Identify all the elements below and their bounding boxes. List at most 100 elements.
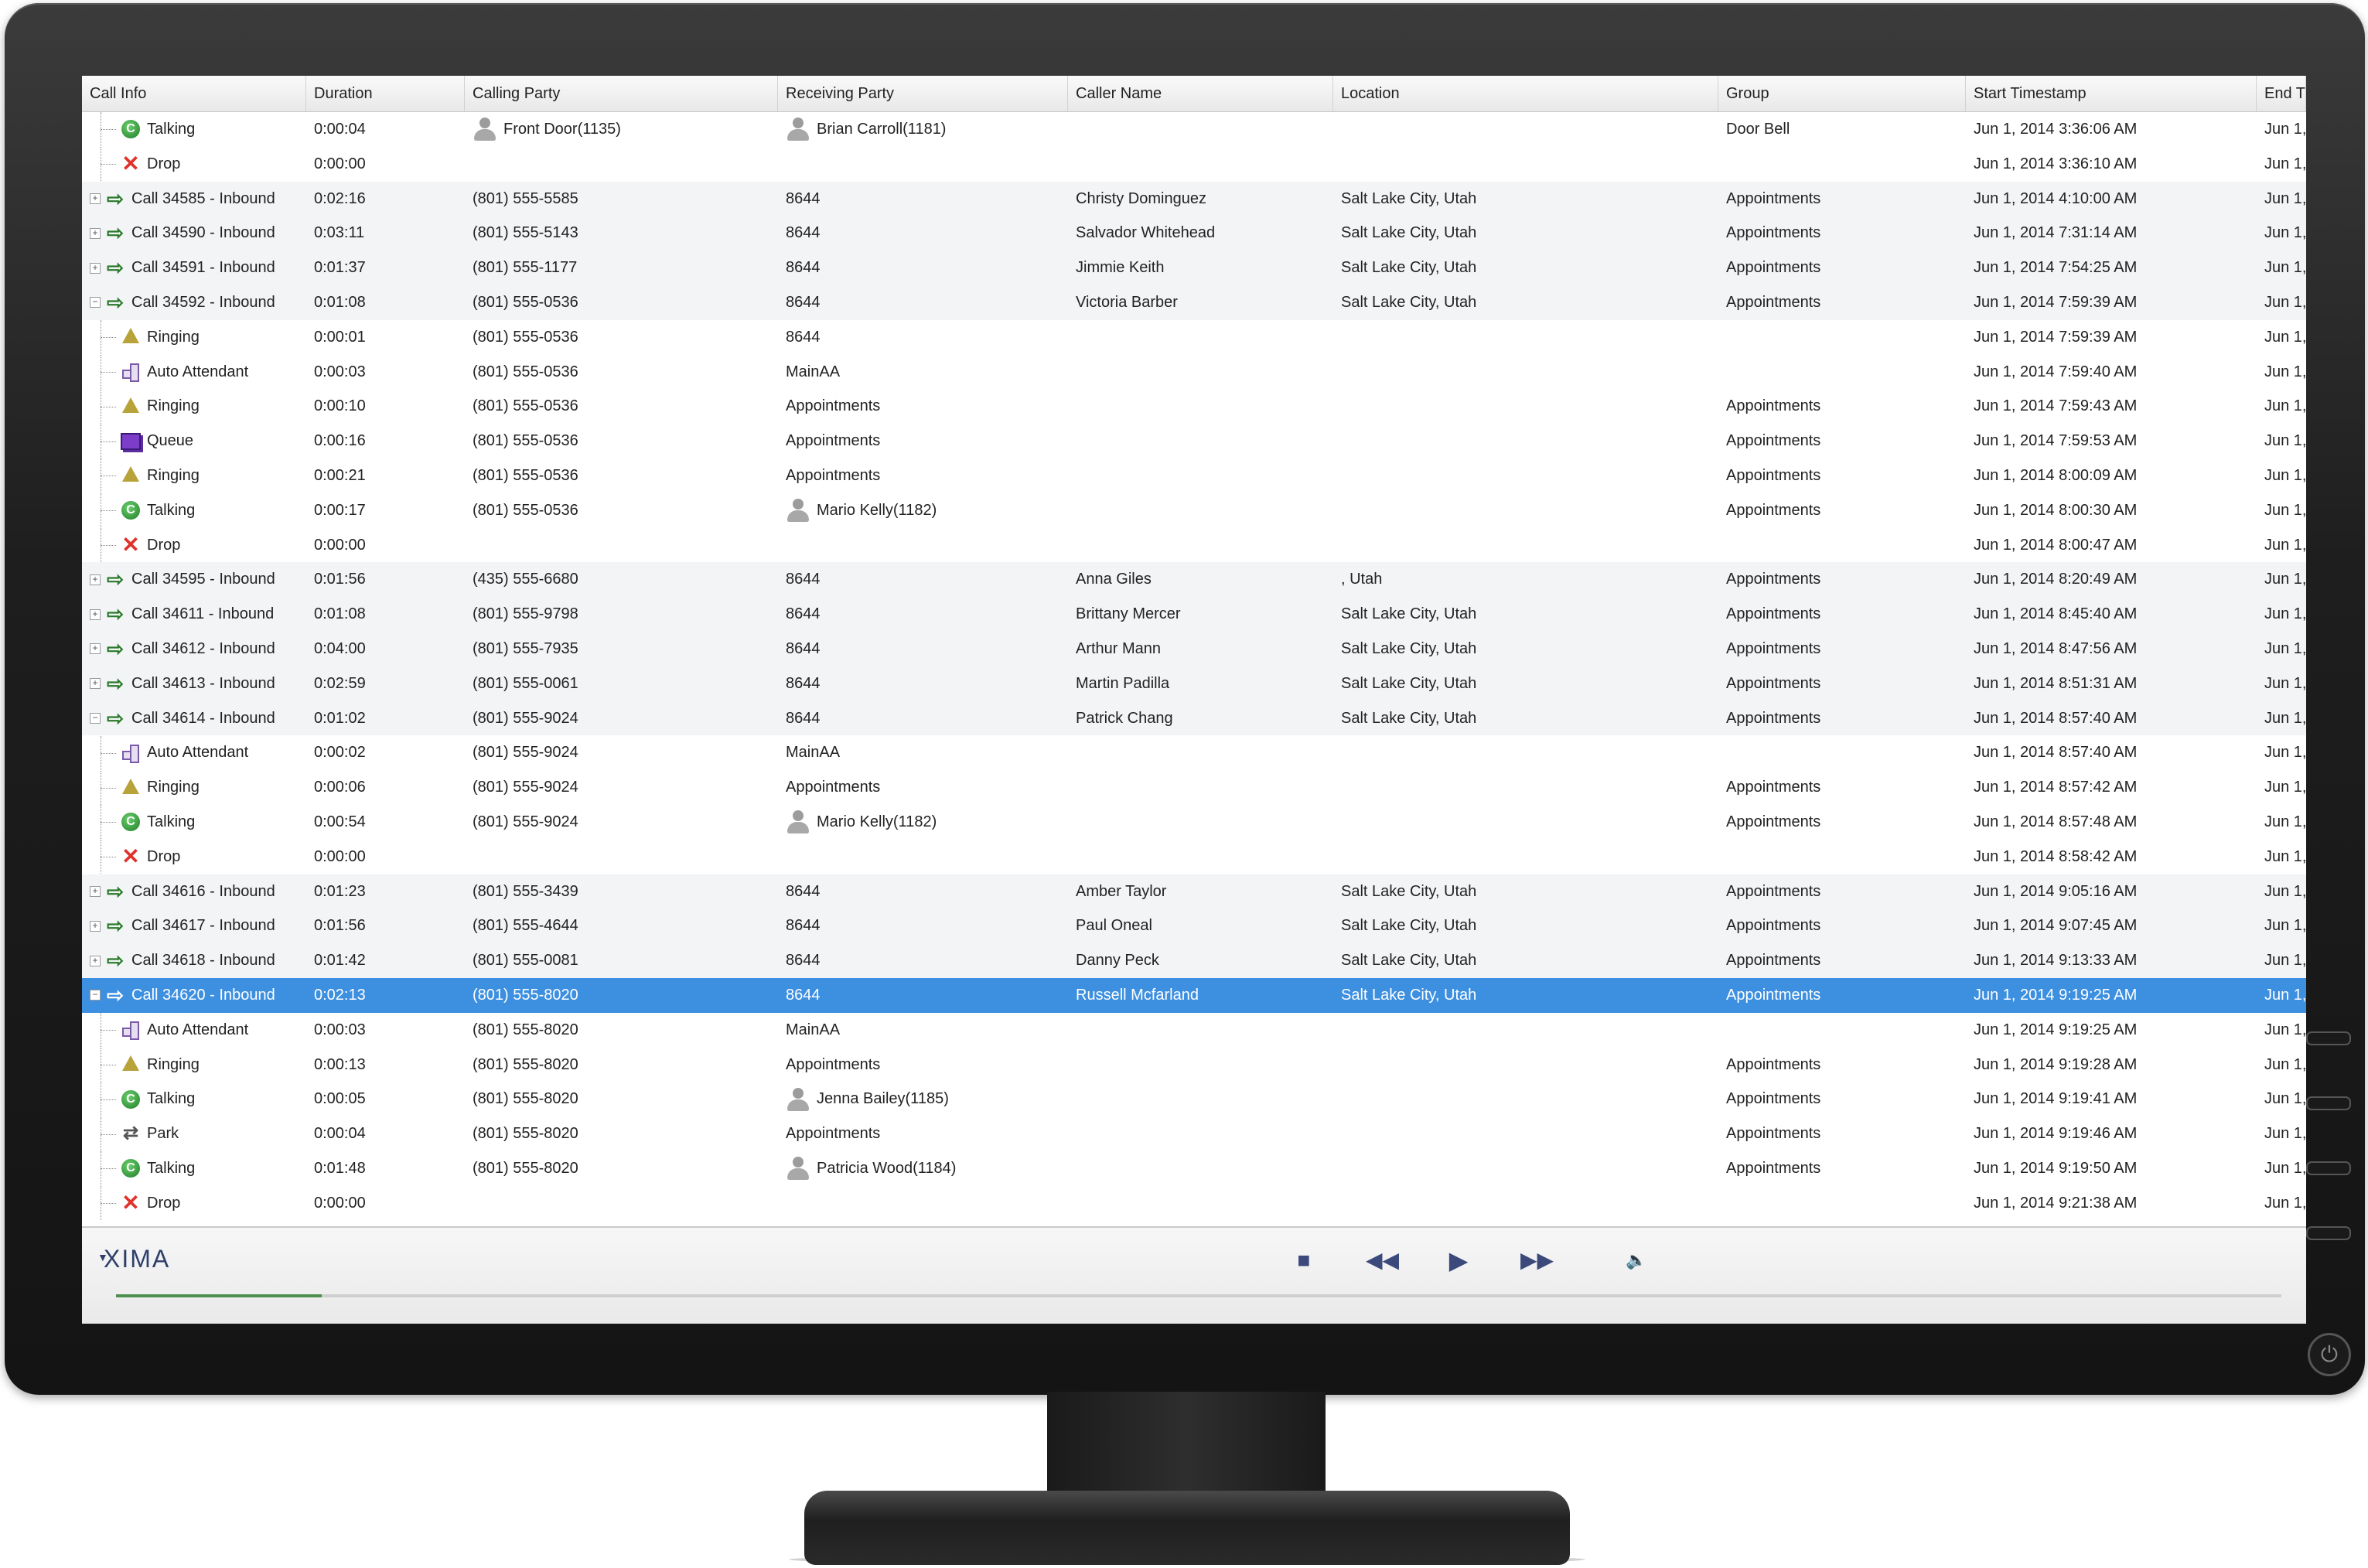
call-row[interactable]: + ⇨ Call 34618 - Inbound 0:01:42 (801) 555-0…: [82, 943, 2306, 978]
start-timestamp-cell: Jun 1, 2014 9:07:45 AM: [1966, 908, 2257, 943]
playback-progress[interactable]: [116, 1294, 2281, 1297]
call-row[interactable]: + ⇨ Call 34595 - Inbound 0:01:56 (435) 555-6…: [82, 562, 2306, 598]
rewind-icon[interactable]: ◀◀: [1366, 1245, 1399, 1276]
call-row[interactable]: + ⇨ Call 34611 - Inbound 0:01:08 (801) 555-9…: [82, 597, 2306, 632]
end-timestamp-text: Jun 1,: [2264, 571, 2306, 588]
location-cell: Salt Lake City, Utah: [1333, 182, 1718, 216]
call-event-row[interactable]: ✕ Drop 0:00:00 Jun 1, 2014 3:36:10 AM Jun 1,: [82, 146, 2306, 182]
call-event-row[interactable]: Queue 0:00:16 (801) 555-0536 Appointments Ap…: [82, 424, 2306, 458]
call-event-row[interactable]: Ringing 0:00:13 (801) 555-8020 Appointments…: [82, 1047, 2306, 1082]
collapse-icon[interactable]: −: [90, 297, 101, 308]
expand-icon[interactable]: +: [90, 955, 101, 966]
col-header-end-timestamp[interactable]: End T: [2257, 76, 2306, 111]
expand-icon[interactable]: +: [90, 227, 101, 239]
calling-party-text: (801) 555-5143: [473, 224, 578, 242]
stop-icon[interactable]: ■: [1288, 1245, 1319, 1276]
calling-party-text: (801) 555-9024: [473, 709, 578, 727]
bezel-button[interactable]: [2306, 1096, 2351, 1110]
collapse-icon[interactable]: −: [90, 990, 101, 1001]
col-header-receiving-party[interactable]: Receiving Party: [778, 76, 1068, 111]
caller-name-cell: [1068, 770, 1333, 805]
col-header-calling-party[interactable]: Calling Party: [465, 76, 778, 111]
call-row[interactable]: + ⇨ Call 34617 - Inbound 0:01:56 (801) 555-4…: [82, 908, 2306, 944]
caller-name-cell: [1068, 320, 1333, 355]
expand-icon[interactable]: +: [90, 262, 101, 274]
call-row[interactable]: − ⇨ Call 34592 - Inbound 0:01:08 (801) 555-0…: [82, 285, 2306, 320]
call-row[interactable]: + ⇨ Call 34585 - Inbound 0:02:16 (801) 555-5…: [82, 181, 2306, 216]
call-event-row[interactable]: C Talking 0:00:04 Front Door(1135) Brian Car…: [82, 112, 2306, 147]
receiving-party-cell: 8644: [778, 562, 1068, 597]
end-timestamp-cell: Jun 1,: [2257, 666, 2306, 701]
call-event-row[interactable]: ⇄ Park 0:00:04 (801) 555-8020 Appointments Ap…: [82, 1116, 2306, 1151]
col-header-call-info[interactable]: Call Info: [82, 76, 306, 111]
call-row[interactable]: + ⇨ Call 34612 - Inbound 0:04:00 (801) 555-7…: [82, 631, 2306, 666]
call-row[interactable]: + ⇨ Call 34616 - Inbound 0:01:23 (801) 555-3…: [82, 874, 2306, 909]
col-header-location[interactable]: Location: [1333, 76, 1718, 111]
call-info-label: Talking: [147, 501, 196, 519]
location-cell: [1333, 770, 1718, 805]
call-event-row[interactable]: ✕ Drop 0:00:00 Jun 1, 2014 9:21:38 AM Jun 1,: [82, 1185, 2306, 1221]
call-row[interactable]: + ⇨ Call 34613 - Inbound 0:02:59 (801) 555-0…: [82, 666, 2306, 701]
col-header-group[interactable]: Group: [1718, 76, 1966, 111]
receiving-party-text: Mario Kelly(1182): [817, 501, 937, 519]
call-event-row[interactable]: Auto Attendant 0:00:03 (801) 555-8020 MainA…: [82, 1012, 2306, 1048]
call-event-row[interactable]: C Talking 0:00:54 (801) 555-9024 Mario Kelly…: [82, 804, 2306, 840]
calling-party-cell: (801) 555-8020: [465, 1082, 778, 1116]
call-row[interactable]: − ⇨ Call 34620 - Inbound 0:02:13 (801) 555-8…: [82, 977, 2306, 1013]
fast-forward-icon[interactable]: ▶▶: [1520, 1245, 1554, 1276]
col-header-caller-name[interactable]: Caller Name: [1068, 76, 1333, 111]
play-icon[interactable]: ▶: [1443, 1245, 1474, 1276]
call-info-label: Call 34614 - Inbound: [131, 709, 275, 727]
call-event-row[interactable]: ✕ Drop 0:00:00 Jun 1, 2014 8:58:42 AM Jun 1,: [82, 839, 2306, 874]
expand-icon[interactable]: +: [90, 193, 101, 204]
expand-icon[interactable]: +: [90, 678, 101, 690]
call-info-label: Call 34590 - Inbound: [131, 224, 275, 242]
call-event-row[interactable]: Auto Attendant 0:00:03 (801) 555-0536 MainA…: [82, 354, 2306, 390]
bezel-button[interactable]: [2306, 1161, 2351, 1175]
call-event-row[interactable]: Ringing 0:00:21 (801) 555-0536 Appointments…: [82, 458, 2306, 493]
location-cell: [1333, 147, 1718, 182]
group-cell: Appointments: [1718, 597, 1966, 632]
bezel-button[interactable]: [2306, 1226, 2351, 1240]
power-icon[interactable]: ⏻: [2308, 1333, 2351, 1376]
receiving-party-cell: MainAA: [778, 355, 1068, 390]
call-event-row[interactable]: Ringing 0:00:01 (801) 555-0536 8644 Jun 1, 2…: [82, 319, 2306, 355]
col-header-duration[interactable]: Duration: [306, 76, 465, 111]
expand-icon[interactable]: +: [90, 608, 101, 620]
call-event-row[interactable]: ✕ Drop 0:00:00 Jun 1, 2014 8:00:47 AM Jun 1,: [82, 527, 2306, 563]
tree-connector: [90, 354, 121, 389]
call-row[interactable]: − ⇨ Call 34614 - Inbound 0:01:02 (801) 555-9…: [82, 700, 2306, 736]
receiving-party-text: MainAA: [786, 1021, 841, 1038]
expand-icon[interactable]: +: [90, 643, 101, 655]
col-header-start-timestamp[interactable]: Start Timestamp: [1966, 76, 2257, 111]
call-event-row[interactable]: Ringing 0:00:06 (801) 555-9024 Appointments…: [82, 770, 2306, 805]
call-event-row[interactable]: C Talking 0:01:48 (801) 555-8020 Patricia Wo…: [82, 1150, 2306, 1186]
volume-icon[interactable]: 🔈: [1621, 1245, 1652, 1276]
start-timestamp-cell: Jun 1, 2014 8:47:56 AM: [1966, 632, 2257, 666]
expand-icon[interactable]: +: [90, 574, 101, 585]
call-row[interactable]: + ⇨ Call 34590 - Inbound 0:03:11 (801) 555-5…: [82, 216, 2306, 251]
collapse-icon[interactable]: −: [90, 712, 101, 724]
bezel-button[interactable]: [2306, 1031, 2351, 1045]
monitor-base: [804, 1491, 1570, 1565]
call-event-row[interactable]: Auto Attendant 0:00:02 (801) 555-9024 MainA…: [82, 735, 2306, 771]
start-timestamp-text: Jun 1, 2014 8:47:56 AM: [1974, 639, 2138, 657]
group-text: Appointments: [1726, 674, 1821, 692]
group-cell: Appointments: [1718, 978, 1966, 1013]
calling-party-text: (801) 555-9024: [473, 744, 578, 762]
expand-icon[interactable]: +: [90, 885, 101, 897]
calling-party-cell: (801) 555-0536: [465, 320, 778, 355]
end-timestamp-text: Jun 1,: [2264, 363, 2306, 380]
call-row[interactable]: + ⇨ Call 34591 - Inbound 0:01:37 (801) 555-1…: [82, 251, 2306, 285]
location-text: Salt Lake City, Utah: [1341, 224, 1477, 242]
call-info-label: Call 34595 - Inbound: [131, 571, 275, 588]
expand-icon[interactable]: +: [90, 920, 101, 932]
end-timestamp-text: Jun 1,: [2264, 189, 2306, 207]
caller-name-text: Martin Padilla: [1076, 674, 1170, 692]
call-event-row[interactable]: C Talking 0:00:17 (801) 555-0536 Mario Kelly…: [82, 493, 2306, 528]
group-text: Door Bell: [1726, 121, 1790, 138]
start-timestamp-cell: Jun 1, 2014 8:51:31 AM: [1966, 666, 2257, 701]
call-event-row[interactable]: C Talking 0:00:05 (801) 555-8020 Jenna Baile…: [82, 1082, 2306, 1117]
tree-connector: [90, 493, 121, 528]
call-event-row[interactable]: Ringing 0:00:10 (801) 555-0536 Appointments…: [82, 389, 2306, 424]
